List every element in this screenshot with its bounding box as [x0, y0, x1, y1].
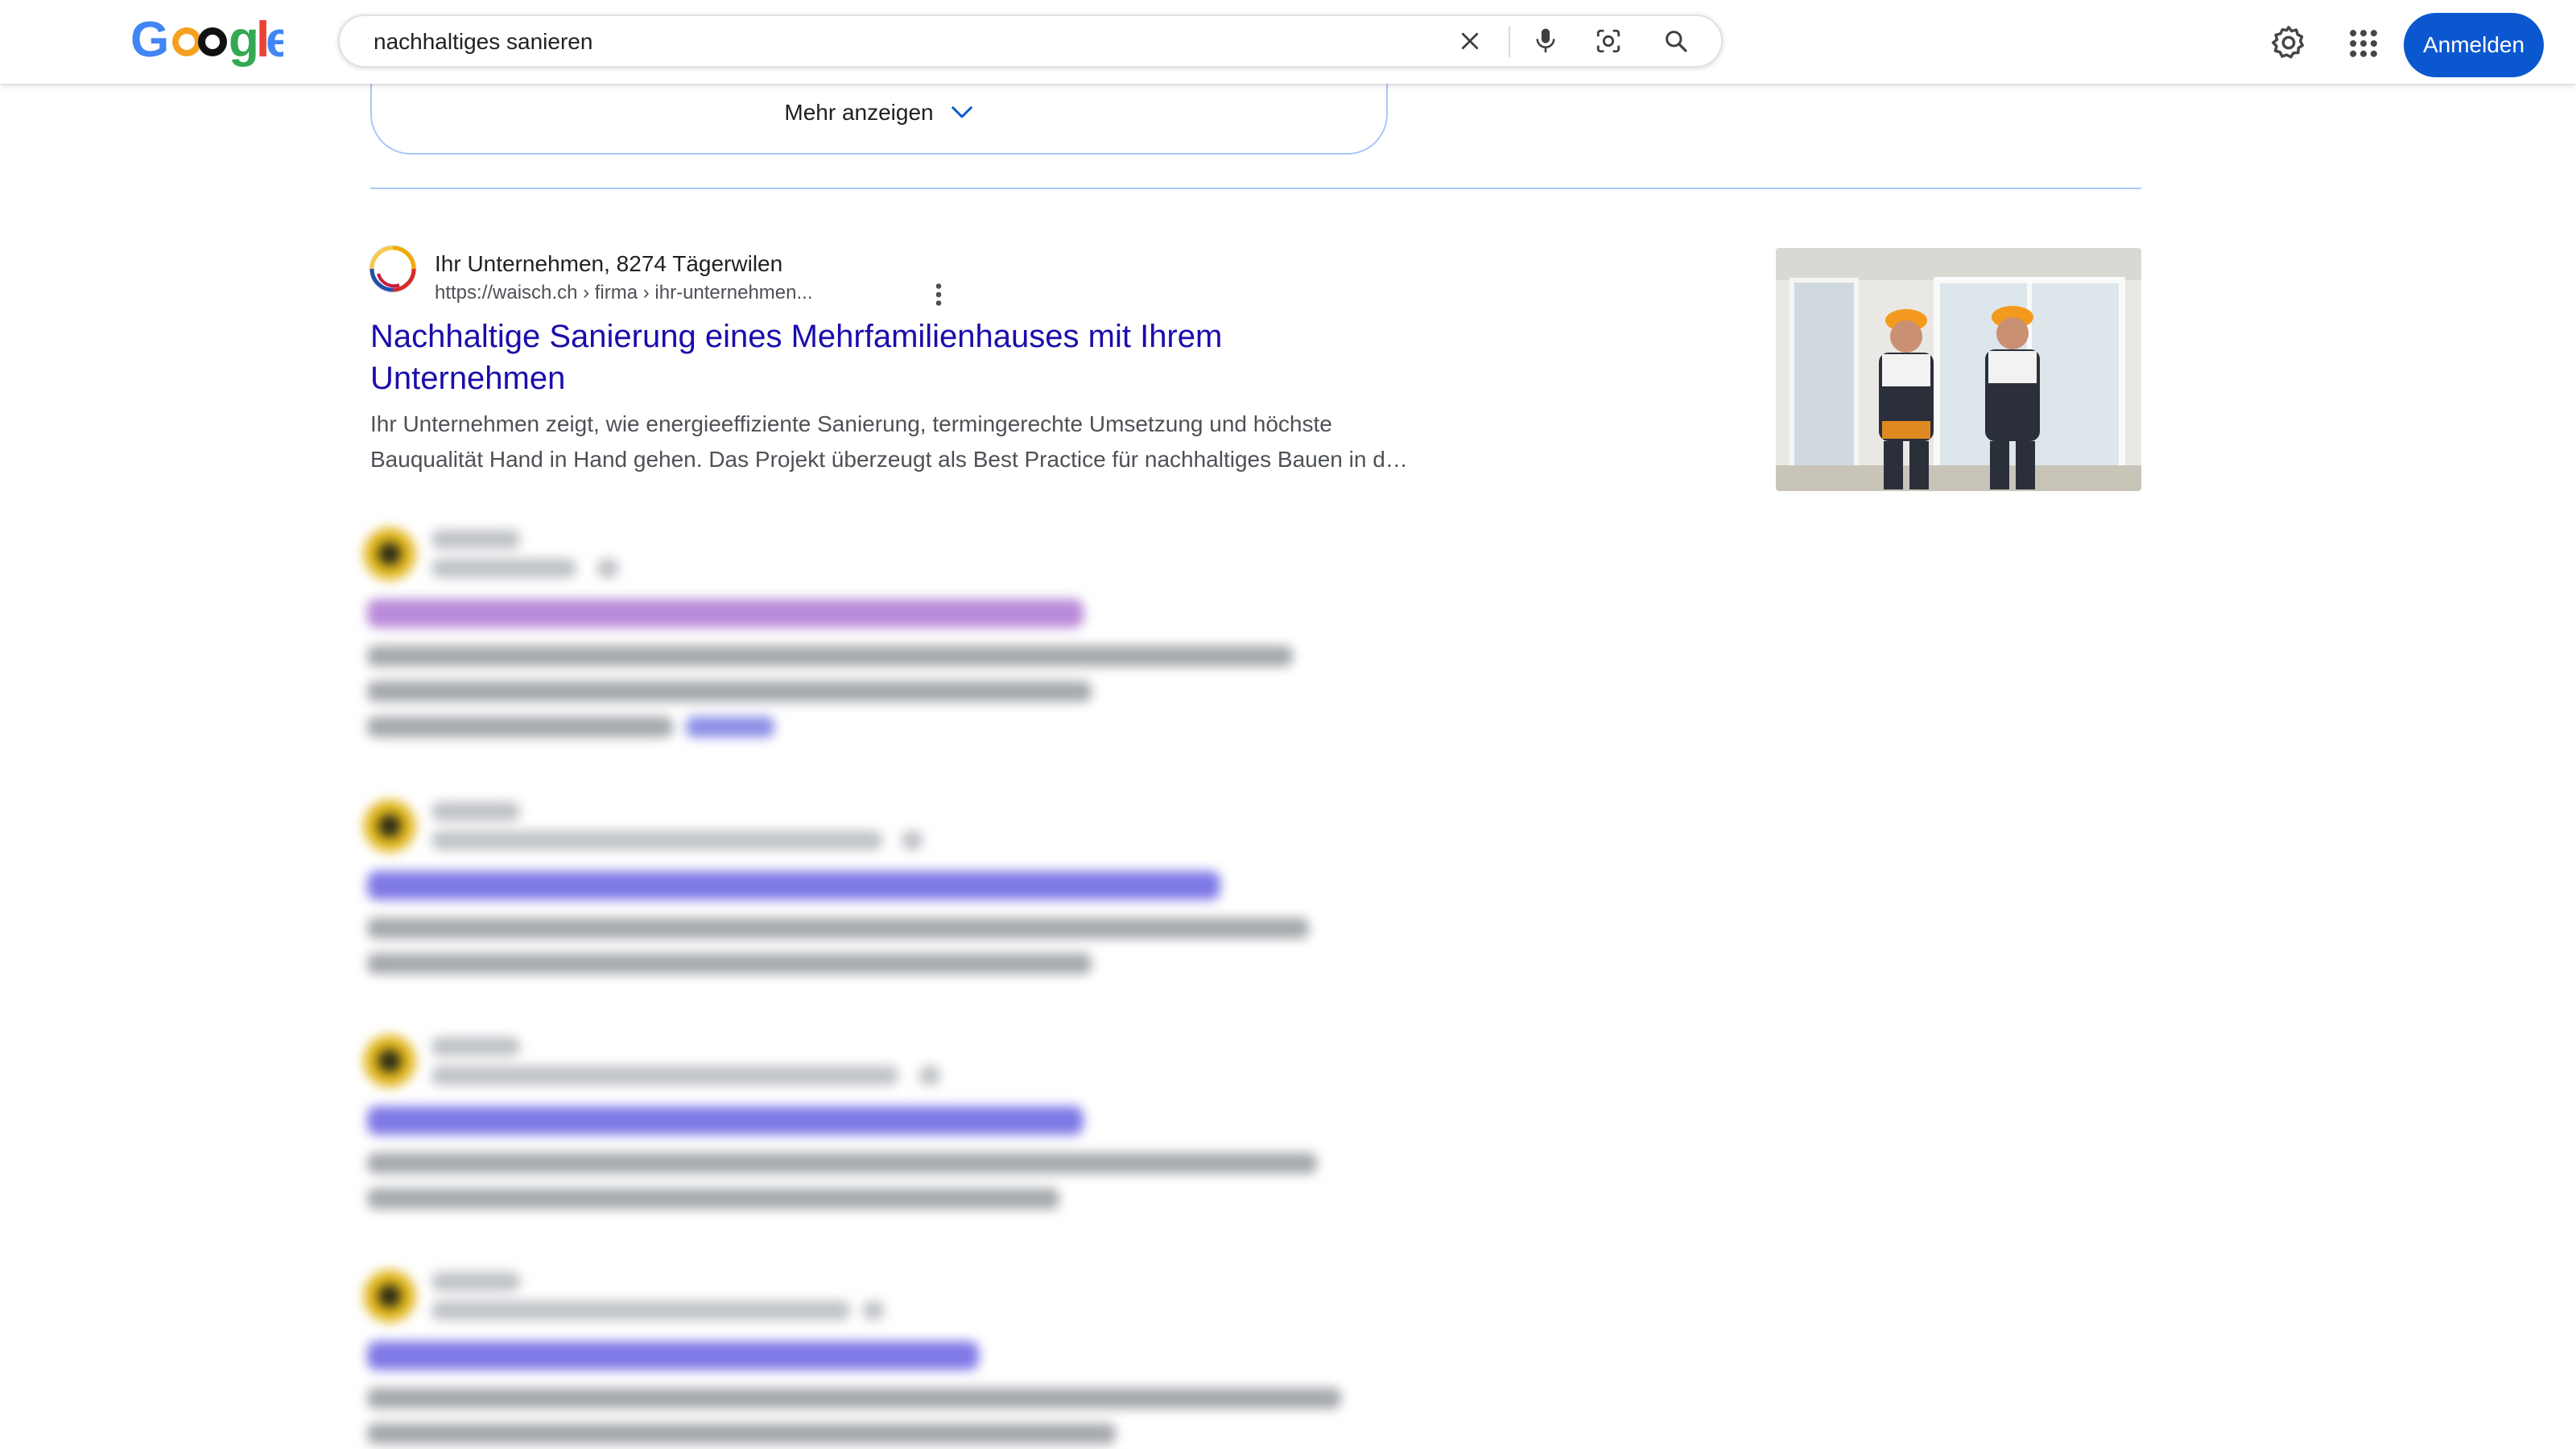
show-more-button[interactable]: Mehr anzeigen	[370, 72, 1388, 155]
search-box[interactable]	[338, 14, 1723, 68]
section-divider	[370, 188, 2141, 189]
microphone-icon[interactable]	[1530, 25, 1562, 57]
clear-icon[interactable]	[1454, 25, 1486, 57]
svg-text:e: e	[266, 12, 283, 68]
svg-text:g: g	[229, 12, 259, 68]
blurred-result	[364, 1267, 1378, 1449]
blurred-result	[364, 525, 1378, 750]
result-title-link[interactable]: Nachhaltige Sanierung eines Mehrfamilien…	[370, 316, 1401, 399]
apps-icon[interactable]	[2346, 26, 2381, 61]
settings-icon[interactable]	[2270, 24, 2307, 61]
site-favicon[interactable]	[367, 243, 419, 295]
blurred-result	[364, 797, 1378, 990]
site-name[interactable]: Ihr Unternehmen, 8274 Tägerwilen	[435, 251, 782, 277]
search-icon[interactable]	[1660, 25, 1692, 57]
site-url[interactable]: https://waisch.ch › firma › ihr-unterneh…	[435, 282, 813, 304]
signin-button[interactable]: Anmelden	[2404, 13, 2544, 77]
search-input[interactable]	[372, 16, 1422, 68]
top-bar: G g l e nachhaltiges sanieren Anmelden	[0, 0, 2576, 84]
svg-text:G: G	[130, 12, 169, 68]
lens-icon[interactable]	[1592, 25, 1624, 57]
search-divider	[1509, 27, 1510, 57]
more-options-icon[interactable]	[929, 280, 948, 309]
show-more-label: Mehr anzeigen	[784, 100, 934, 125]
result-thumbnail[interactable]	[1776, 248, 2141, 491]
blurred-result	[364, 1032, 1378, 1225]
google-logo[interactable]: G g l e	[130, 11, 293, 68]
chevron-down-icon	[951, 106, 972, 118]
result-snippet: Ihr Unternehmen zeigt, wie energieeffizi…	[370, 411, 1408, 472]
